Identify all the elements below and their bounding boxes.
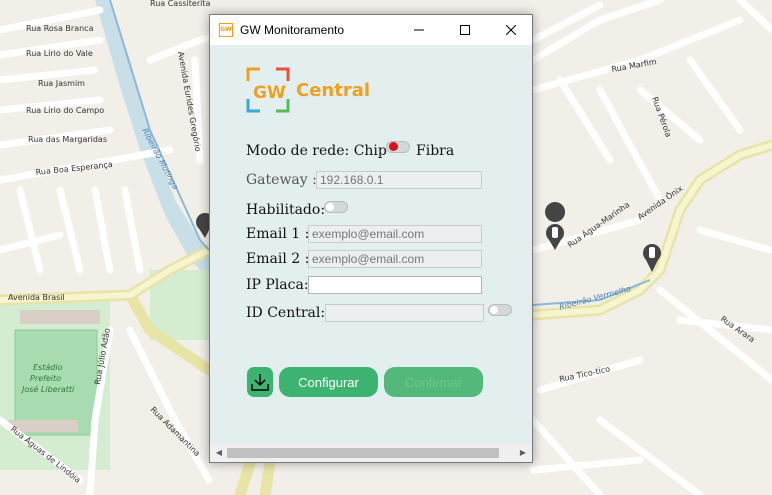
street-label: Rua Cassiterita [150,0,210,8]
street-label: Rua Jasmim [38,79,85,88]
toggle-knob [490,306,498,314]
network-mode-fiber-label: Fibra [416,143,455,159]
ip-field[interactable] [308,276,482,294]
enabled-toggle[interactable] [324,201,348,213]
logo-central-text: Central [296,80,370,101]
horizontal-scrollbar[interactable]: ◀ ▶ [210,444,532,462]
stadium-label: José Liberatti [20,384,75,394]
street-label: Avenida Brasil [8,293,65,302]
gateway-field[interactable]: 192.168.0.1 [316,171,482,189]
window-title: GW Monitoramento [240,23,345,37]
maximize-button[interactable] [442,15,488,45]
minimize-icon [414,29,424,31]
maximize-icon [460,25,470,35]
download-button[interactable] [247,367,273,397]
street-label: Rua Lírio do Vale [26,49,93,58]
app-icon: GW [219,23,233,37]
app-window: GW GW Monitoramento GW Central Modo de r… [209,14,533,463]
scroll-right-icon[interactable]: ▶ [517,447,529,459]
street-label: Rua das Margaridas [28,135,107,144]
toggle-knob [389,142,398,151]
idcentral-toggle[interactable] [488,304,512,316]
configure-button[interactable]: Configurar [279,367,378,397]
email1-label: Email 1 : [246,226,310,242]
logo-gw-text: GW [253,83,286,103]
scroll-thumb[interactable] [227,448,499,458]
ip-label: IP Placa: [246,277,309,293]
email2-label: Email 2 : [246,251,310,267]
scroll-left-icon[interactable]: ◀ [213,447,225,459]
email2-field[interactable]: exemplo@email.com [308,250,482,268]
stadium-label: Estádio [33,363,63,372]
toggle-knob [326,203,334,211]
network-mode-toggle[interactable] [386,141,410,153]
gateway-label: Gateway : [246,172,317,188]
close-button[interactable] [488,15,534,45]
email1-field[interactable]: exemplo@email.com [308,225,482,243]
form-panel: GW Central Modo de rede: Chip Fibra Gate… [210,45,532,444]
minimize-button[interactable] [396,15,442,45]
network-mode-label: Modo de rede: Chip [246,143,387,159]
street-label: Rua Lírio do Campo [26,106,104,115]
idcentral-label: ID Central: [246,305,326,321]
stadium-label: Prefeito [30,374,61,383]
close-icon [506,25,516,35]
confirm-button[interactable]: Confirmar [384,367,483,397]
idcentral-field[interactable] [325,304,484,322]
download-icon [251,374,269,391]
enabled-label: Habilitado: [246,202,326,218]
street-label: Rua Rosa Branca [26,24,94,33]
title-bar[interactable]: GW GW Monitoramento [210,15,532,45]
gw-central-logo: GW Central [246,67,370,113]
